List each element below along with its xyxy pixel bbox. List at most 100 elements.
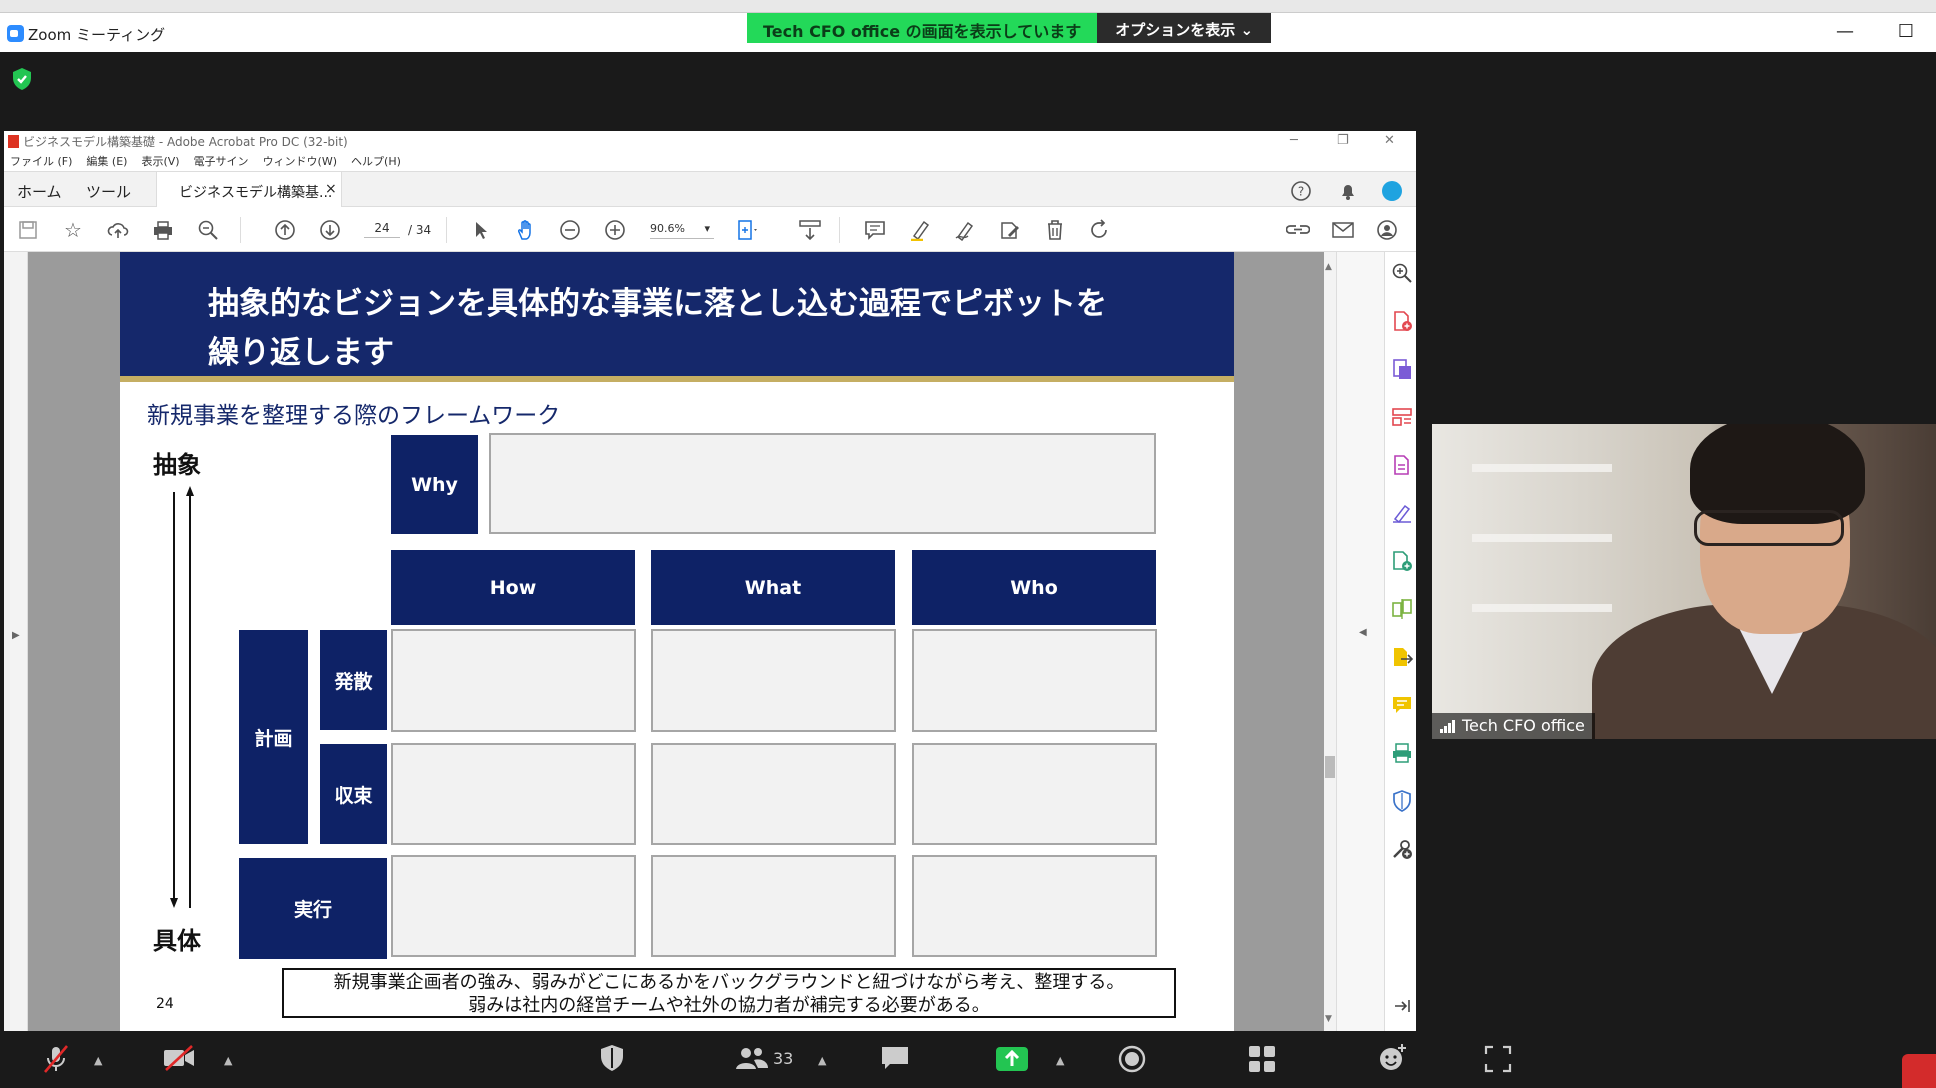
reactions-icon[interactable] — [1378, 1042, 1408, 1072]
zoom-window-title: Zoom ミーティング — [28, 26, 166, 44]
grid-cell — [391, 629, 636, 732]
tab-tools[interactable]: ツール — [86, 181, 131, 202]
security-icon[interactable] — [599, 1044, 625, 1072]
tab-home[interactable]: ホーム — [17, 181, 62, 202]
edit-pdf-icon[interactable] — [1391, 454, 1413, 476]
toolbar-divider — [240, 217, 241, 243]
share-link-icon[interactable] — [1286, 218, 1310, 242]
menu-window[interactable]: ウィンドウ(W) — [263, 153, 337, 169]
create-pdf-icon[interactable] — [1391, 310, 1413, 332]
trash-icon[interactable] — [1043, 218, 1067, 242]
fullscreen-icon[interactable] — [1484, 1045, 1512, 1073]
tab-document[interactable]: ビジネスモデル構築基... × — [156, 172, 342, 208]
menu-file[interactable]: ファイル (F) — [10, 153, 72, 169]
acrobat-tabbar: ホーム ツール ビジネスモデル構築基... × ? — [4, 171, 1416, 208]
fill-sign-icon[interactable] — [1391, 502, 1413, 524]
left-panel-toggle[interactable]: ▶ — [4, 252, 28, 1031]
participant-name-tag: Tech CFO office — [1432, 713, 1595, 739]
previous-page-icon[interactable] — [273, 218, 297, 242]
highlight-pen-icon[interactable] — [908, 218, 932, 242]
document-tab-label: ビジネスモデル構築基... — [179, 185, 333, 201]
vertical-scrollbar[interactable]: ▲ ▼ — [1324, 252, 1336, 1031]
participant-video[interactable]: Tech CFO office — [1432, 424, 1936, 739]
help-icon[interactable]: ? — [1290, 180, 1312, 202]
end-meeting-button[interactable] — [1902, 1054, 1936, 1088]
axis-abstract-label: 抽象 — [153, 451, 201, 479]
hand-tool-icon[interactable] — [514, 218, 538, 242]
star-icon[interactable]: ☆ — [61, 218, 85, 242]
acrobat-toolbar: ☆ 24 / 34 90.6% ▾ — [4, 207, 1416, 252]
security-shield-icon[interactable] — [11, 67, 33, 91]
rotate-icon[interactable] — [1087, 218, 1111, 242]
row-header-plan: 計画 — [239, 630, 308, 844]
zoom-out-icon[interactable] — [558, 218, 582, 242]
share-screen-icon[interactable] — [996, 1047, 1028, 1071]
menu-help[interactable]: ヘルプ(H) — [351, 153, 401, 169]
acrobat-restore-button[interactable]: ❐ — [1337, 133, 1349, 148]
grid-cell — [391, 855, 636, 957]
tools-pane — [1384, 252, 1416, 1031]
page-number-input[interactable]: 24 — [364, 221, 400, 238]
participants-caret[interactable]: ▲ — [818, 1054, 826, 1067]
scroll-mode-icon[interactable] — [798, 218, 822, 242]
scroll-down-icon[interactable]: ▼ — [1325, 1014, 1332, 1024]
comment-icon[interactable] — [863, 218, 887, 242]
collapse-pane-icon[interactable] — [1391, 995, 1413, 1017]
acrobat-close-button[interactable]: ✕ — [1384, 133, 1395, 148]
minimize-button[interactable]: — — [1830, 21, 1860, 42]
zoom-search-icon[interactable] — [1391, 262, 1413, 284]
save-icon[interactable] — [16, 218, 40, 242]
page-fit-icon[interactable] — [737, 218, 761, 242]
bell-icon[interactable] — [1337, 180, 1359, 202]
participants-icon[interactable] — [735, 1046, 769, 1070]
footnote-line2: 弱みは社内の経営チームや社外の協力者が補完する必要がある。 — [468, 995, 990, 1016]
comment-tool-icon[interactable] — [1391, 694, 1413, 716]
microphone-muted-icon[interactable] — [42, 1044, 70, 1074]
document-viewport[interactable]: ▶ 抽象的なビジョンを具体的な事業に落とし込む過程でピボットを 繰り返します 新… — [4, 252, 1336, 1031]
cloud-upload-icon[interactable] — [106, 218, 130, 242]
select-cursor-icon[interactable] — [469, 218, 493, 242]
chevron-down-icon: ⌄ — [1240, 21, 1254, 39]
video-stopped-icon[interactable] — [162, 1045, 196, 1071]
scroll-up-icon[interactable]: ▲ — [1325, 262, 1332, 272]
scrollbar-thumb[interactable] — [1325, 756, 1335, 778]
organize-pages-icon[interactable] — [1391, 406, 1413, 428]
apps-grid-icon[interactable] — [1248, 1045, 1276, 1073]
scan-ocr-icon[interactable] — [1391, 742, 1413, 764]
compare-files-icon[interactable] — [1391, 598, 1413, 620]
menu-edit[interactable]: 編集 (E) — [86, 153, 127, 169]
video-options-caret[interactable]: ▲ — [224, 1054, 232, 1067]
view-options-button[interactable]: オプションを表示 ⌄ — [1097, 13, 1272, 43]
column-header-how: How — [391, 550, 635, 625]
next-page-icon[interactable] — [318, 218, 342, 242]
edit-text-icon[interactable] — [998, 218, 1022, 242]
acrobat-minimize-button[interactable]: ─ — [1290, 133, 1298, 148]
email-icon[interactable] — [1331, 218, 1355, 242]
search-zoom-icon[interactable] — [196, 218, 220, 242]
chevron-left-icon[interactable]: ◀ — [1359, 627, 1367, 638]
zoom-level-select[interactable]: 90.6% ▾ — [650, 222, 714, 239]
audio-options-caret[interactable]: ▲ — [94, 1054, 102, 1067]
account-avatar-icon[interactable] — [1381, 180, 1403, 202]
maximize-button[interactable]: ☐ — [1891, 21, 1921, 42]
export-file-icon[interactable] — [1391, 646, 1413, 668]
more-tools-icon[interactable] — [1391, 838, 1413, 860]
menu-esign[interactable]: 電子サイン — [194, 153, 249, 169]
chat-icon[interactable] — [880, 1045, 910, 1071]
protect-shield-icon[interactable] — [1391, 790, 1413, 812]
menu-view[interactable]: 表示(V) — [141, 153, 179, 169]
share-options-caret[interactable]: ▲ — [1056, 1054, 1064, 1067]
print-icon[interactable] — [151, 218, 175, 242]
draw-pen-icon[interactable] — [953, 218, 977, 242]
add-user-icon[interactable] — [1376, 218, 1400, 242]
background-shelf — [1472, 604, 1612, 612]
combine-files-icon[interactable] — [1391, 550, 1413, 572]
export-pdf-icon[interactable] — [1391, 358, 1413, 380]
background-shelf — [1472, 464, 1612, 472]
zoom-in-icon[interactable] — [603, 218, 627, 242]
participants-count: 33 — [773, 1049, 794, 1068]
pdf-page: 抽象的なビジョンを具体的な事業に落とし込む過程でピボットを 繰り返します 新規事… — [120, 252, 1234, 1031]
background-shelf — [1472, 534, 1612, 542]
record-icon[interactable] — [1118, 1045, 1146, 1073]
close-tab-icon[interactable]: × — [325, 181, 337, 197]
